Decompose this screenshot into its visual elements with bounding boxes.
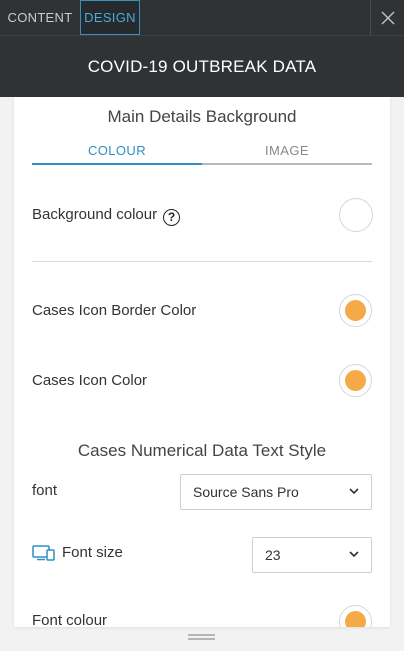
font-size-label: Font size <box>62 544 123 561</box>
page-title: COVID-19 OUTBREAK DATA <box>87 56 317 76</box>
close-icon <box>381 11 394 24</box>
background-subtabs: COLOUR IMAGE <box>32 141 372 165</box>
font-label: font <box>32 482 58 499</box>
help-icon[interactable]: ? <box>163 208 181 226</box>
background-colour-row: Background colour? <box>32 206 181 226</box>
background-colour-swatch[interactable] <box>339 198 373 232</box>
handle-line <box>188 638 215 640</box>
cases-icon-border-color-label: Cases Icon Border Color <box>32 302 197 319</box>
top-tab-bar: CONTENT DESIGN <box>0 0 404 35</box>
tab-content[interactable]: CONTENT <box>0 0 80 35</box>
font-size-value: 23 <box>265 547 281 563</box>
font-select-value: Source Sans Pro <box>193 484 299 500</box>
color-dot <box>345 300 366 321</box>
font-colour-label: Font colour <box>32 612 108 627</box>
cases-icon-border-color-swatch[interactable] <box>339 294 372 327</box>
chevron-down-icon <box>349 488 359 495</box>
handle-line <box>188 634 215 636</box>
background-section-title: Main Details Background <box>107 107 297 126</box>
font-select[interactable]: Source Sans Pro <box>180 474 372 510</box>
design-settings-panel: Main Details Background COLOUR IMAGE Bac… <box>14 97 390 627</box>
page-title-bar: COVID-19 OUTBREAK DATA <box>0 35 404 97</box>
cases-icon-color-swatch[interactable] <box>339 364 372 397</box>
numeric-text-style-title: Cases Numerical Data Text Style <box>77 441 327 460</box>
tab-design[interactable]: DESIGN <box>80 0 140 35</box>
close-button[interactable] <box>370 0 404 35</box>
font-colour-swatch[interactable] <box>339 605 372 627</box>
background-colour-label: Background colour <box>32 206 158 223</box>
font-size-select[interactable]: 23 <box>252 537 372 573</box>
divider <box>32 261 372 262</box>
subtab-colour[interactable]: COLOUR <box>32 141 202 165</box>
device-icon[interactable] <box>32 545 55 561</box>
chevron-down-icon <box>349 551 359 558</box>
color-dot <box>345 370 366 391</box>
subtab-image[interactable]: IMAGE <box>202 141 372 163</box>
font-size-row: Font size <box>32 544 123 561</box>
cases-icon-color-label: Cases Icon Color <box>32 372 148 389</box>
color-dot <box>345 611 366 627</box>
drag-handle-icon[interactable] <box>188 634 215 642</box>
